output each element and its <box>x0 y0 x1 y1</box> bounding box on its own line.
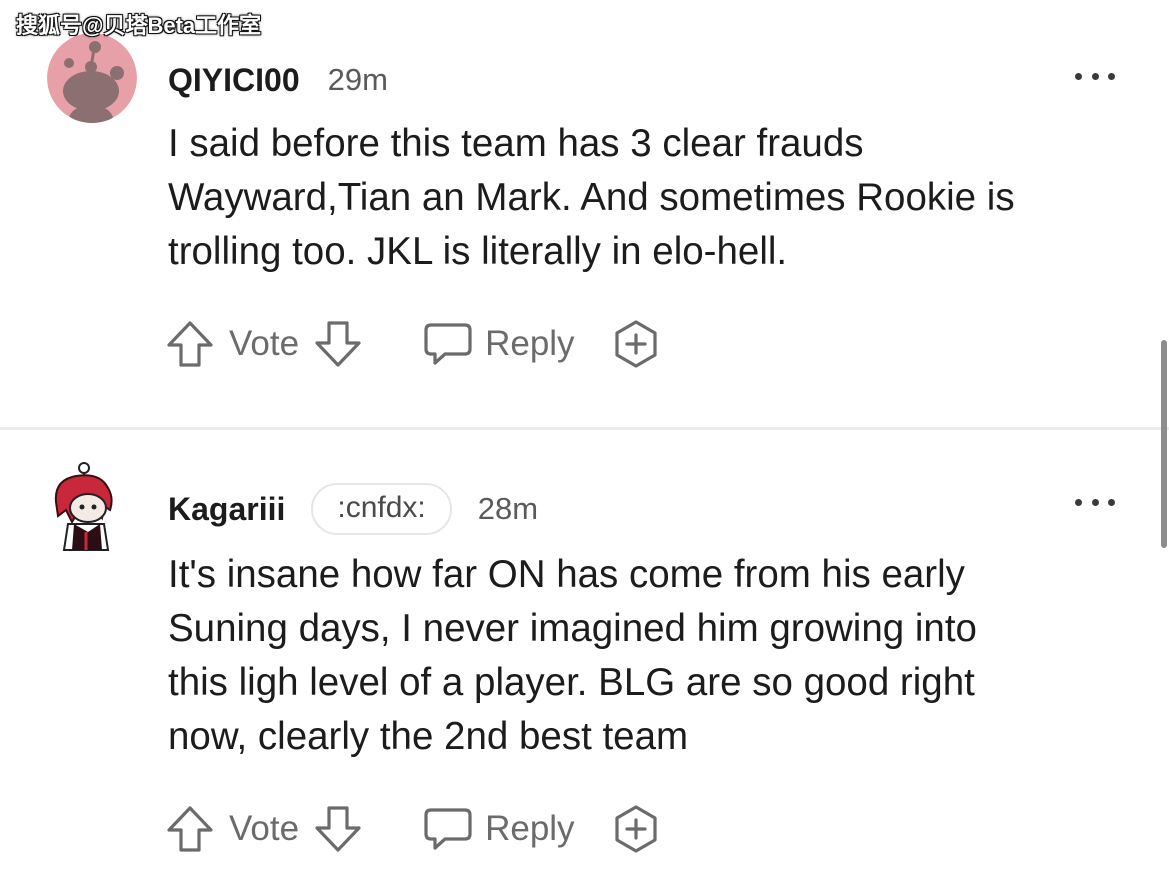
more-options-icon[interactable] <box>1075 497 1115 507</box>
comment-header: QIYICI00 29m <box>168 58 388 102</box>
watermark: 搜狐号@贝塔Beta工作室 <box>16 13 262 38</box>
comment-header: Kagariii :cnfdx: 28m <box>168 483 539 535</box>
comment-line: this ligh level of a player. BLG are so … <box>168 661 975 704</box>
reply-label: Reply <box>485 324 575 363</box>
username[interactable]: Kagariii <box>168 491 285 528</box>
downvote-icon[interactable] <box>313 805 363 853</box>
comment-line: Suning days, I never imagined him growin… <box>168 607 977 650</box>
timestamp: 29m <box>327 62 388 97</box>
vote-label: Vote <box>229 809 300 848</box>
avatar[interactable] <box>48 462 120 554</box>
more-options-icon[interactable] <box>1075 71 1115 81</box>
upvote-icon[interactable] <box>165 320 215 368</box>
comment-line: It's insane how far ON has come from his… <box>168 553 965 596</box>
comment-line: now, clearly the 2nd best team <box>168 715 689 758</box>
reply-label: Reply <box>485 809 575 848</box>
snoo-avatar-icon <box>47 33 137 123</box>
upvote-icon[interactable] <box>165 805 215 853</box>
comment: QIYICI00 29m I said before this team has… <box>0 0 1169 428</box>
downvote-icon[interactable] <box>313 320 363 368</box>
timestamp: 28m <box>477 491 539 526</box>
reply-button[interactable]: Reply <box>423 806 575 852</box>
scrollbar[interactable] <box>1161 340 1167 548</box>
snoo-avatar-icon <box>54 462 113 551</box>
award-icon[interactable] <box>611 804 661 854</box>
comment-line: trolling too. JKL is literally in elo-he… <box>168 230 788 273</box>
reply-icon <box>423 321 473 367</box>
user-flair: :cnfdx: <box>311 483 452 535</box>
avatar[interactable] <box>47 33 137 123</box>
reply-icon <box>423 806 473 852</box>
username[interactable]: QIYICI00 <box>168 62 300 99</box>
comment-divider <box>0 427 1169 430</box>
vote-label: Vote <box>229 324 300 363</box>
award-icon[interactable] <box>611 319 661 369</box>
comment-line: Wayward,Tian an Mark. And sometimes Rook… <box>168 176 1015 219</box>
comment-actions: Vote Reply <box>165 318 661 370</box>
comment-thread: 搜狐号@贝塔Beta工作室 QIYICI00 29m I said before… <box>0 0 1169 879</box>
comment-line: I said before this team has 3 clear frau… <box>168 122 864 165</box>
reply-button[interactable]: Reply <box>423 321 575 367</box>
comment-body: I said before this team has 3 clear frau… <box>168 117 1128 279</box>
comment-actions: Vote Reply <box>165 803 661 855</box>
comment-body: It's insane how far ON has come from his… <box>168 548 1128 764</box>
